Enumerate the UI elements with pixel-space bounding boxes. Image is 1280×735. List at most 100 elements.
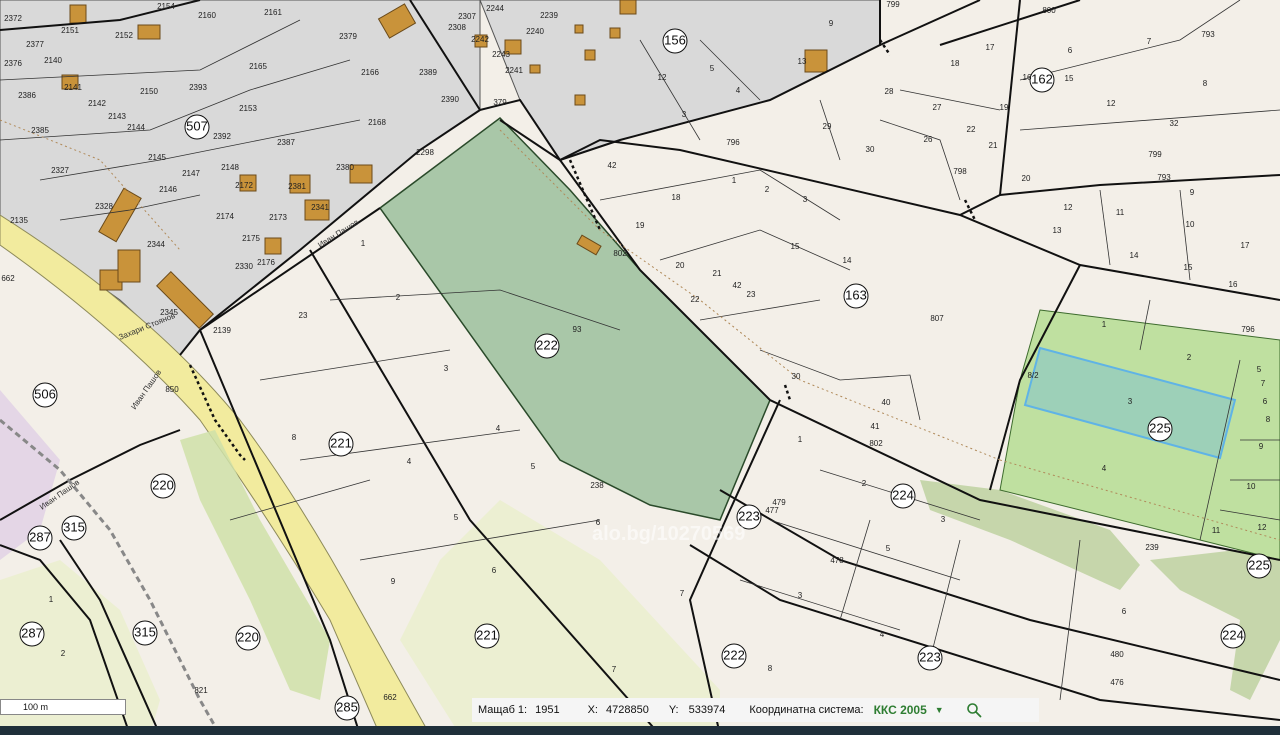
block-222-b: 222 — [721, 643, 747, 669]
block-number-label: 156 — [664, 32, 686, 47]
block-285: 285 — [334, 695, 360, 721]
plot-number: 2165 — [249, 62, 267, 71]
plot-number: 42 — [608, 161, 617, 170]
plot-number: 5 — [710, 64, 715, 73]
block-220-b: 220 — [235, 625, 261, 651]
plot-number: 2 — [396, 293, 401, 302]
plot-number: 22 — [691, 295, 700, 304]
plot-number: 476 — [1110, 678, 1124, 687]
plot-number: 17 — [986, 43, 995, 52]
block-number-label: 225 — [1149, 420, 1171, 435]
plot-number: 2139 — [213, 326, 231, 335]
plot-number: 2341 — [311, 203, 329, 212]
block-222-forest: 222 — [534, 333, 560, 359]
plot-number: 2143 — [108, 112, 126, 121]
plot-number: 2376 — [4, 59, 22, 68]
plot-number: 93 — [573, 325, 582, 334]
plot-number: 22 — [967, 125, 976, 134]
plot-number: 2151 — [61, 26, 79, 35]
plot-number: 10 — [1247, 482, 1256, 491]
scale-value: 1951 — [535, 704, 560, 716]
forest-parcel-222[interactable] — [378, 117, 771, 521]
plot-number: 21 — [713, 269, 722, 278]
block-507: 507 — [184, 114, 210, 140]
plot-number: 2385 — [31, 126, 49, 135]
plot-number: 29 — [823, 122, 832, 131]
plot-number: 2393 — [189, 83, 207, 92]
plot-number: 17 — [1241, 241, 1250, 250]
block-number-label: 221 — [330, 435, 352, 450]
plot-number: 478 — [830, 556, 844, 565]
plot-number: 20 — [676, 261, 685, 270]
watermark: alo.bg/10270569 — [592, 523, 745, 545]
block-221: 221 — [328, 431, 354, 457]
block-number-label: 285 — [336, 699, 358, 714]
plot-number: 2168 — [368, 118, 386, 127]
block-number-label: 220 — [237, 629, 259, 644]
plot-number: 6 — [1263, 397, 1268, 406]
plot-number: 2174 — [216, 212, 234, 221]
plot-number: 40 — [882, 398, 891, 407]
plot-number: 32 — [1170, 119, 1179, 128]
plot-number: 15 — [1065, 74, 1074, 83]
search-icon[interactable] — [966, 702, 982, 718]
plot-number: 12 — [1064, 203, 1073, 212]
plot-number: 1 — [1102, 320, 1107, 329]
plot-number: 9 — [1190, 188, 1195, 197]
plot-number: 2372 — [4, 14, 22, 23]
plot-number: 27 — [933, 103, 942, 112]
x-coord-value: 4728850 — [606, 704, 649, 716]
plot-number: 9 — [391, 577, 396, 586]
plot-number: 2392 — [213, 132, 231, 141]
plot-number: 7 — [1261, 379, 1266, 388]
plot-number: 2387 — [277, 138, 295, 147]
plot-number: 1 — [798, 435, 803, 444]
plot-number: 2160 — [198, 11, 216, 20]
plot-number: 2150 — [140, 87, 158, 96]
block-224-a: 224 — [890, 483, 916, 509]
block-163: 163 — [843, 283, 869, 309]
plot-number: 5 — [886, 544, 891, 553]
plot-number: 2161 — [264, 8, 282, 17]
block-number-label: 507 — [186, 118, 208, 133]
block-number-label: 225 — [1248, 557, 1270, 572]
plot-number: 379 — [493, 98, 507, 107]
block-number-label: 222 — [723, 647, 745, 662]
plot-number: 2147 — [182, 169, 200, 178]
plot-number: 3 — [941, 515, 946, 524]
plot-number: 7 — [680, 589, 685, 598]
coordinate-system-value[interactable]: ККС 2005 — [874, 703, 927, 717]
plot-number: 5 — [454, 513, 459, 522]
plot-number: 3 — [798, 591, 803, 600]
plot-number: 2330 — [235, 262, 253, 271]
plot-number: 30 — [792, 372, 801, 381]
plot-number: 18 — [951, 59, 960, 68]
chevron-down-icon[interactable]: ▼ — [935, 705, 944, 715]
block-506: 506 — [32, 382, 58, 408]
plot-number: 23 — [747, 290, 756, 299]
plot-number: 2298 — [416, 148, 434, 157]
plot-number: 2148 — [221, 163, 239, 172]
block-315-a: 315 — [61, 515, 87, 541]
y-coord-label: Y: — [668, 704, 679, 716]
plot-number: 18 — [672, 193, 681, 202]
plot-number: 2379 — [339, 32, 357, 41]
plot-number: 14 — [843, 256, 852, 265]
cadastral-map[interactable]: 507 156 162 163 222 506 221 220 315 287 … — [0, 0, 1280, 735]
plot-number: 3 — [444, 364, 449, 373]
plot-number: 3 — [1128, 397, 1133, 406]
plot-number: 2328 — [95, 202, 113, 211]
block-number-label: 220 — [152, 477, 174, 492]
plot-number: 3 — [803, 195, 808, 204]
block-number-label: 223 — [738, 508, 760, 523]
plot-number: 16 — [1229, 280, 1238, 289]
plot-number: 2141 — [64, 83, 82, 92]
street-label-ivan-pashov-2: Иван Пашов — [129, 368, 163, 411]
block-287-b: 287 — [19, 621, 45, 647]
plot-number: 2327 — [51, 166, 69, 175]
block-220: 220 — [150, 473, 176, 499]
plot-number: 6 — [1122, 607, 1127, 616]
block-number-label: 315 — [63, 519, 85, 534]
plot-number: 7 — [1147, 37, 1152, 46]
plot-number: 477 — [765, 506, 779, 515]
